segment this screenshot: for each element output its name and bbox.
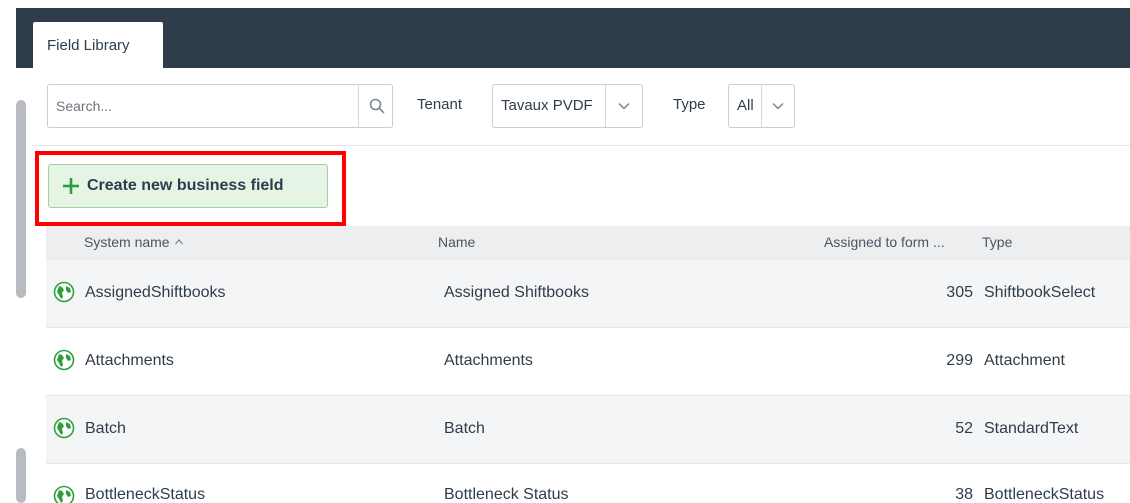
select-divider bbox=[761, 85, 762, 127]
table-row[interactable]: BottleneckStatus Bottleneck Status 38 Bo… bbox=[46, 464, 1130, 503]
assigned-count-cell: 52 bbox=[955, 420, 973, 437]
name-cell: Batch bbox=[444, 420, 485, 437]
chevron-down-icon bbox=[618, 102, 630, 110]
globe-icon bbox=[53, 417, 75, 439]
assigned-count-cell: 38 bbox=[955, 486, 973, 503]
column-header-label: System name bbox=[84, 234, 170, 250]
search-box bbox=[47, 84, 393, 128]
column-header-type[interactable]: Type bbox=[982, 234, 1012, 250]
tenant-select[interactable]: Tavaux PVDF bbox=[492, 84, 643, 128]
type-cell: StandardText bbox=[984, 420, 1079, 437]
globe-icon bbox=[53, 349, 75, 371]
column-header-assigned[interactable]: Assigned to form ... bbox=[824, 234, 945, 250]
chevron-down-icon bbox=[772, 102, 784, 110]
search-icon[interactable] bbox=[368, 97, 386, 115]
tab-field-library[interactable]: Field Library bbox=[33, 22, 163, 68]
system-name-cell: AssignedShiftbooks bbox=[85, 284, 226, 301]
column-header-name[interactable]: Name bbox=[438, 234, 475, 250]
tenant-value: Tavaux PVDF bbox=[501, 97, 593, 114]
type-value: All bbox=[737, 97, 754, 114]
system-name-cell: Attachments bbox=[85, 352, 174, 369]
assigned-count-cell: 305 bbox=[946, 284, 973, 301]
table-row[interactable]: Batch Batch 52 StandardText bbox=[46, 396, 1130, 464]
tenant-label: Tenant bbox=[417, 96, 463, 113]
header-background bbox=[16, 8, 1130, 68]
name-cell: Assigned Shiftbooks bbox=[444, 284, 589, 301]
system-name-cell: Batch bbox=[85, 420, 126, 437]
scrollbar-thumb-lower[interactable] bbox=[16, 448, 26, 503]
name-cell: Bottleneck Status bbox=[444, 486, 569, 503]
type-label: Type bbox=[673, 96, 706, 113]
top-bar: Field Library bbox=[0, 0, 1130, 68]
sort-ascending-icon bbox=[174, 239, 183, 245]
type-cell: Attachment bbox=[984, 352, 1065, 369]
scrollbar-thumb[interactable] bbox=[16, 100, 26, 298]
assigned-count-cell: 299 bbox=[946, 352, 973, 369]
highlight-box bbox=[35, 151, 346, 226]
globe-icon bbox=[53, 281, 75, 303]
globe-icon bbox=[53, 485, 75, 503]
system-name-cell: BottleneckStatus bbox=[85, 486, 206, 503]
table-header: System name Name Assigned to form ... Ty… bbox=[46, 226, 1130, 260]
type-select[interactable]: All bbox=[728, 84, 795, 128]
table-row[interactable]: AssignedShiftbooks Assigned Shiftbooks 3… bbox=[46, 260, 1130, 328]
column-header-system-name[interactable]: System name bbox=[84, 234, 184, 250]
name-cell: Attachments bbox=[444, 352, 533, 369]
type-cell: ShiftbookSelect bbox=[984, 284, 1096, 301]
search-divider bbox=[358, 85, 359, 127]
search-input[interactable] bbox=[56, 91, 346, 121]
type-cell: BottleneckStatus bbox=[984, 486, 1105, 503]
select-divider bbox=[605, 85, 606, 127]
table-row[interactable]: Attachments Attachments 299 Attachment bbox=[46, 328, 1130, 396]
filter-bar: Tenant Tavaux PVDF Type All bbox=[32, 68, 1130, 146]
